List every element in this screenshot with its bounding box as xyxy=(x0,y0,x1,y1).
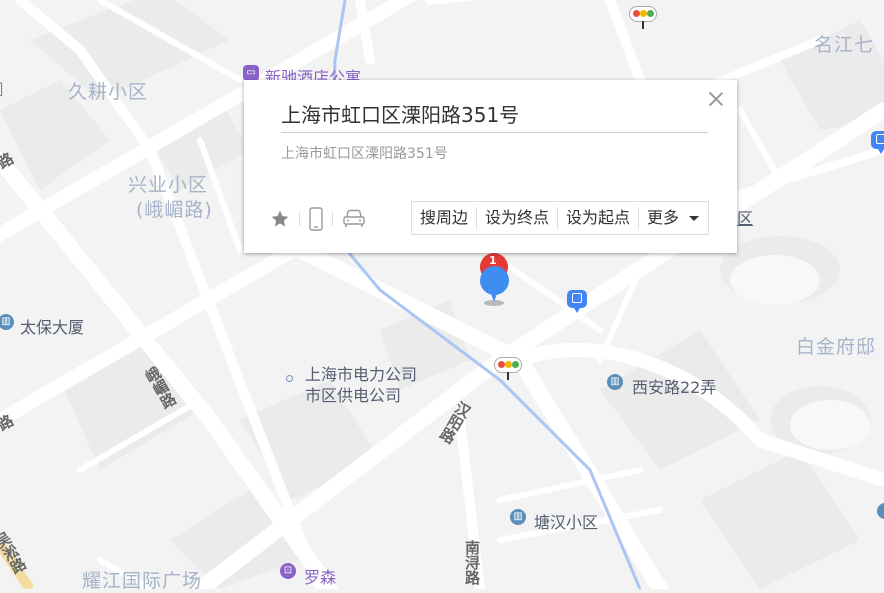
road-label-nanxun: 南浔路 xyxy=(463,540,481,585)
traffic-light-icon xyxy=(494,357,522,380)
divider xyxy=(281,132,708,133)
phone-icon[interactable] xyxy=(309,207,323,231)
building-poi-icon[interactable]: ▥ xyxy=(607,374,623,390)
search-nearby-button[interactable]: 搜周边 xyxy=(412,207,478,229)
popup-title: 上海市虹口区溧阳路351号 xyxy=(281,103,520,127)
bus-stop-icon[interactable] xyxy=(567,290,587,313)
caret-down-icon xyxy=(689,216,700,221)
car-icon[interactable] xyxy=(342,209,366,229)
info-popup: 上海市虹口区溧阳路351号 上海市虹口区溧阳路351号 搜周边 设为终点 设为起… xyxy=(244,80,737,253)
bus-stop-icon[interactable] xyxy=(871,131,884,154)
action-buttons: 搜周边 设为终点 设为起点 更多 xyxy=(411,201,709,235)
poi-label-luosen[interactable]: 罗森 xyxy=(304,564,336,588)
divider xyxy=(332,212,333,226)
poi-label-taibao[interactable]: 太保大厦 xyxy=(20,314,84,338)
area-label-baijin: 白金府邸 xyxy=(796,336,877,358)
area-label-mingjiang: 名江七 xyxy=(814,34,875,56)
traffic-light-icon xyxy=(629,6,657,29)
partial-label-qu: 区 xyxy=(737,209,754,228)
more-button[interactable]: 更多 xyxy=(639,207,707,229)
area-label-xingye: 兴业小区 xyxy=(128,174,209,196)
poi-partial-left: ▯ xyxy=(0,78,4,99)
set-destination-button[interactable]: 设为终点 xyxy=(477,207,559,229)
star-icon[interactable] xyxy=(270,209,290,229)
poi-label-xian[interactable]: 西安路22弄 xyxy=(632,374,716,398)
set-origin-button[interactable]: 设为起点 xyxy=(558,207,640,229)
divider xyxy=(299,212,300,226)
poi-dot-icon xyxy=(286,375,293,382)
building-poi-icon[interactable]: ▥ xyxy=(510,509,526,525)
hotel-icon[interactable]: ▭ xyxy=(243,65,259,81)
popup-address: 上海市虹口区溧阳路351号 xyxy=(281,146,448,162)
area-label-xingye-sub: (峨嵋路) xyxy=(136,199,213,221)
close-icon[interactable] xyxy=(707,90,725,108)
poi-label-tanghan[interactable]: 塘汉小区 xyxy=(534,509,598,533)
location-marker-icon[interactable] xyxy=(480,266,509,302)
shop-cart-icon[interactable]: ⊡ xyxy=(280,563,296,579)
more-label: 更多 xyxy=(647,208,680,227)
area-label-jiugeng: 久耕小区 xyxy=(68,81,149,103)
poi-label-power2[interactable]: 市区供电公司 xyxy=(305,382,401,406)
